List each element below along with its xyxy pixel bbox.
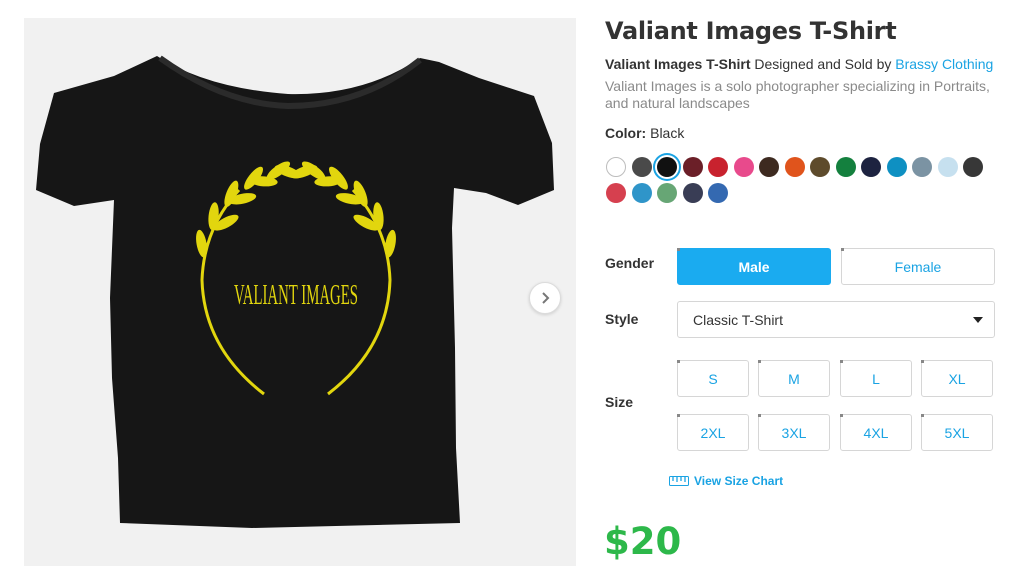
swatch-brown[interactable] <box>759 157 779 177</box>
swatch-red[interactable] <box>708 157 728 177</box>
size-xl-button[interactable]: XL <box>921 360 993 397</box>
swatch-pink[interactable] <box>733 157 754 177</box>
gender-male-button[interactable]: Male <box>677 248 831 285</box>
swatch-heather-red[interactable] <box>606 183 626 203</box>
swatch-light-blue[interactable] <box>937 157 958 177</box>
size-chart-label: View Size Chart <box>694 474 784 488</box>
design-text: VALIANT IMAGES <box>234 279 358 311</box>
swatch-orange[interactable] <box>784 157 805 177</box>
product-title: Valiant Images T-Shirt <box>605 17 897 45</box>
size-2xl-button[interactable]: 2XL <box>677 414 749 451</box>
chevron-right-icon <box>542 292 550 304</box>
caret-down-icon <box>973 317 983 323</box>
style-select[interactable]: Classic T-Shirt <box>677 301 995 338</box>
gender-female-button[interactable]: Female <box>841 248 995 285</box>
size-label: Size <box>605 394 634 410</box>
style-label: Style <box>605 311 639 327</box>
seller-link[interactable]: Brassy Clothing <box>895 56 993 72</box>
next-image-button[interactable] <box>529 282 561 314</box>
size-5xl-button[interactable]: 5XL <box>921 414 993 451</box>
color-label: Color: <box>605 125 647 141</box>
size-chart-link[interactable]: View Size Chart <box>669 474 783 488</box>
swatch-heather-navy[interactable] <box>682 183 703 203</box>
byline-product: Valiant Images T-Shirt <box>605 56 751 72</box>
size-4xl-button[interactable]: 4XL <box>840 414 912 451</box>
size-3xl-button[interactable]: 3XL <box>758 414 830 451</box>
swatch-navy[interactable] <box>861 157 881 177</box>
price: $20 <box>604 520 682 563</box>
swatch-maroon[interactable] <box>682 157 703 177</box>
swatch-olive-brown[interactable] <box>810 157 830 177</box>
swatch-green[interactable] <box>835 157 856 177</box>
swatch-black[interactable] <box>657 157 677 177</box>
swatch-charcoal[interactable] <box>963 157 983 177</box>
swatch-dark-gray[interactable] <box>631 157 652 177</box>
tshirt-image: VALIANT IMAGES <box>36 55 554 528</box>
size-m-button[interactable]: M <box>758 360 830 397</box>
swatch-heather-green[interactable] <box>657 183 677 203</box>
product-byline: Valiant Images T-Shirt Designed and Sold… <box>605 56 993 72</box>
swatch-heather-blue[interactable] <box>631 183 652 203</box>
size-l-button[interactable]: L <box>840 360 912 397</box>
ruler-icon <box>669 476 689 486</box>
style-select-value: Classic T-Shirt <box>693 311 783 328</box>
swatch-royal-blue[interactable] <box>708 183 728 203</box>
color-value: Black <box>650 125 685 141</box>
swatch-white[interactable] <box>606 157 626 177</box>
byline-text: Designed and Sold by <box>750 56 896 72</box>
swatch-teal-blue[interactable] <box>886 157 907 177</box>
product-description: Valiant Images is a solo photographer sp… <box>605 78 990 111</box>
product-image: VALIANT IMAGES <box>24 18 576 566</box>
color-selection-label: Color: Black <box>605 125 684 141</box>
swatch-gray-blue[interactable] <box>912 157 932 177</box>
size-s-button[interactable]: S <box>677 360 749 397</box>
gender-label: Gender <box>605 255 655 271</box>
